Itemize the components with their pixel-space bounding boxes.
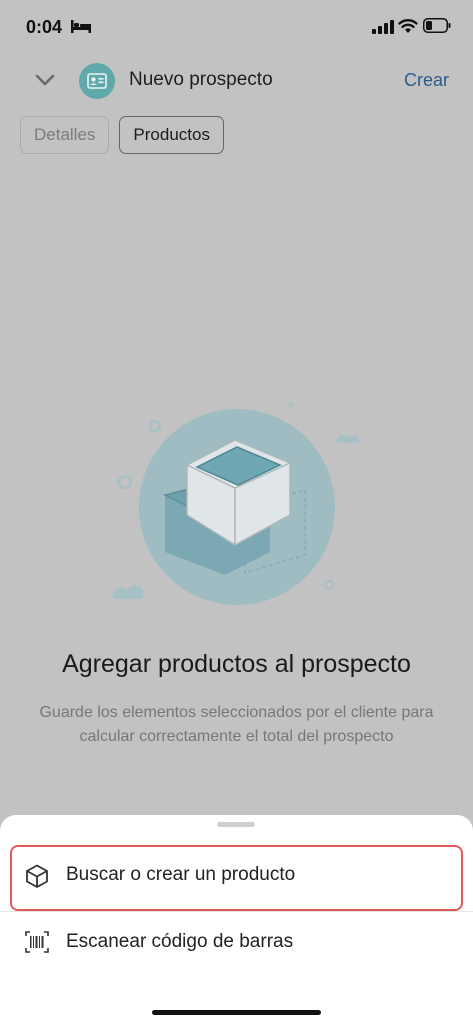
chevron-down-icon[interactable] [34,73,56,87]
app-screen: 0:04 Nuevo prospecto Crear Detalles Prod… [0,0,473,1024]
empty-state-title: Agregar productos al prospecto [62,650,411,678]
contact-card-icon [87,73,107,89]
barcode-scan-icon [25,931,49,953]
battery-icon [423,18,451,33]
wifi-icon [398,19,418,33]
sheet-item-label: Escanear código de barras [66,931,294,952]
status-bar: 0:04 [0,0,473,56]
empty-state-description: Guarde los elementos seleccionados por e… [39,704,434,745]
header: Nuevo prospecto Crear [0,56,473,108]
status-time: 0:04 [26,17,63,37]
action-sheet: Buscar o crear un producto Escanear códi… [0,815,473,1024]
home-indicator[interactable] [152,1010,321,1015]
sheet-grab-handle[interactable] [217,822,255,827]
product-box-illustration [112,402,360,605]
page-title: Nuevo prospecto [129,69,273,90]
avatar [79,63,115,99]
create-button[interactable]: Crear [404,70,449,91]
highlight-outline [10,845,463,911]
tab-details[interactable]: Detalles [20,116,110,154]
tab-bar: Detalles Productos [20,116,224,154]
bed-icon [71,20,91,33]
scan-barcode-item[interactable]: Escanear código de barras [0,912,473,972]
signal-icon [372,20,394,34]
tab-products[interactable]: Productos [119,116,224,154]
